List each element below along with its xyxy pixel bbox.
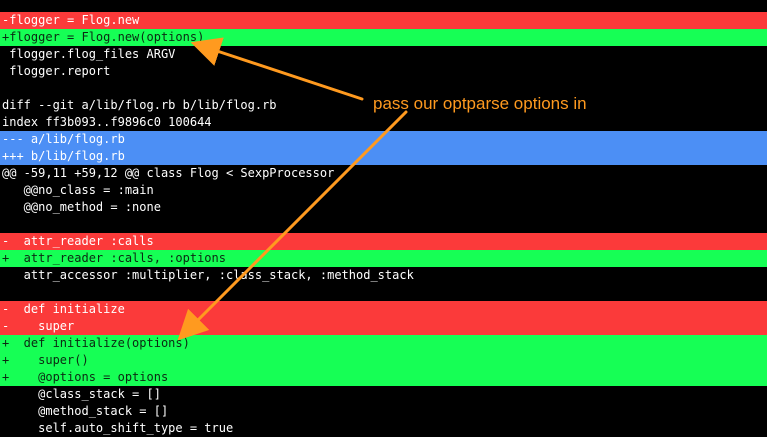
diff-line-added: + attr_reader :calls, :options [0,250,767,267]
diff-screenshot: -flogger = Flog.new +flogger = Flog.new(… [0,0,767,437]
diff-line-deleted: - def initialize [0,301,767,318]
diff-line-context: @@no_class = :main [2,183,154,197]
diff-line-context: @@no_method = :none [2,200,161,214]
diff-line-added: + def initialize(options) [0,335,767,352]
diff-line-deleted: - super [0,318,767,335]
diff-line-context: attr_accessor :multiplier, :class_stack,… [2,268,414,282]
diff-index-line: index ff3b093..f9896c0 100644 [2,115,212,129]
diff-line-context: @method_stack = [] [2,404,169,418]
diff-line-context: flogger.report [2,64,111,78]
diff-view: -flogger = Flog.new +flogger = Flog.new(… [0,12,767,437]
diff-line-deleted: - attr_reader :calls [0,233,767,250]
diff-line-context: flogger.flog_files ARGV [2,47,176,61]
diff-new-file-header: +++ b/lib/flog.rb [0,148,767,165]
diff-line-blank [0,284,767,301]
diff-line-added: +flogger = Flog.new(options) [0,29,767,46]
annotation-label: pass our optparse options in [373,94,587,113]
diff-line-deleted: -flogger = Flog.new [0,12,767,29]
diff-old-file-header: --- a/lib/flog.rb [0,131,767,148]
diff-hunk-header: @@ -59,11 +59,12 @@ class Flog < SexpPro… [2,166,335,180]
diff-line-blank [0,216,767,233]
diff-line-context: self.auto_shift_type = true [2,421,234,435]
diff-line-context: @class_stack = [] [2,387,161,401]
diff-line-added: + super() [0,352,767,369]
diff-line-added: + @options = options [0,369,767,386]
